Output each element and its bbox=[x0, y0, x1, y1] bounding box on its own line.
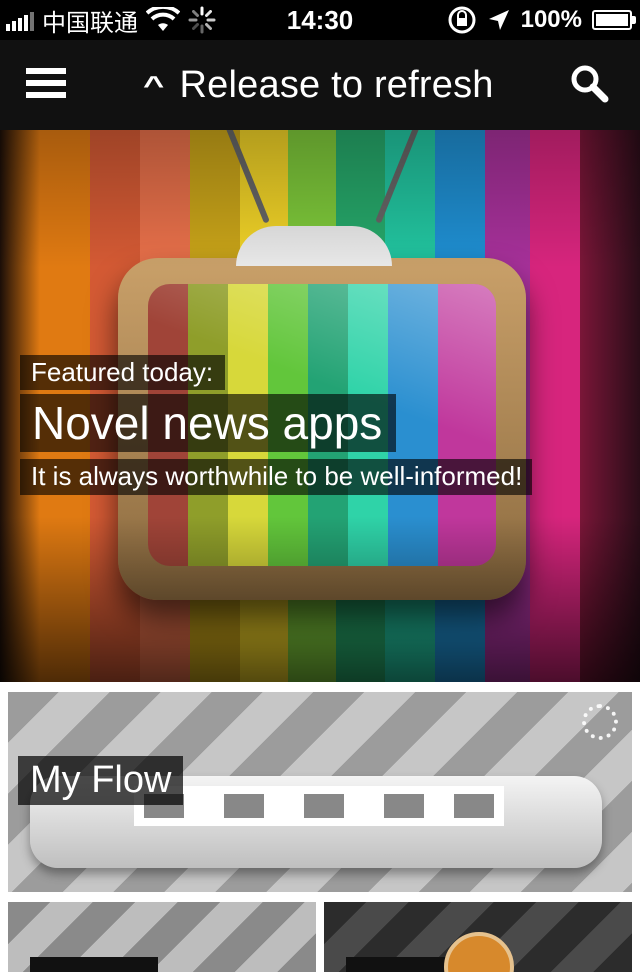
phone-screen bbox=[134, 786, 504, 826]
battery-percentage: 100% bbox=[520, 6, 582, 33]
featured-subtitle: It is always worthwhile to be well-infor… bbox=[20, 459, 533, 495]
card-label-bar bbox=[30, 957, 158, 972]
search-button[interactable] bbox=[568, 62, 610, 104]
status-bar: 中国联通 14:30 100% bbox=[0, 0, 640, 40]
phone-screen-thumb bbox=[384, 794, 424, 818]
card-label: My Flow bbox=[18, 756, 184, 805]
navigation-bar: ^ Release to refresh bbox=[0, 40, 640, 130]
loading-spinner-icon bbox=[582, 704, 618, 740]
orange-badge-icon bbox=[444, 932, 514, 972]
phone-screen-thumb bbox=[224, 794, 264, 818]
featured-label: Featured today: bbox=[20, 355, 226, 390]
featured-story-card[interactable]: Featured today: Novel news apps It is al… bbox=[0, 130, 640, 682]
rotation-lock-icon bbox=[448, 6, 476, 34]
battery-icon bbox=[592, 10, 636, 30]
phone-screen-thumb bbox=[454, 794, 494, 818]
phone-screen-thumb bbox=[304, 794, 344, 818]
pull-to-refresh-indicator: ^ Release to refresh bbox=[0, 40, 640, 130]
chevron-up-icon: ^ bbox=[143, 69, 165, 100]
featured-title: Novel news apps bbox=[20, 394, 397, 452]
location-arrow-icon bbox=[488, 10, 509, 30]
tile-card-right[interactable] bbox=[324, 902, 632, 972]
refresh-status-text: Release to refresh bbox=[179, 63, 494, 106]
my-flow-card[interactable]: My Flow bbox=[8, 692, 632, 892]
status-bar-right: 100% bbox=[447, 0, 636, 40]
tile-card-left[interactable] bbox=[8, 902, 316, 972]
